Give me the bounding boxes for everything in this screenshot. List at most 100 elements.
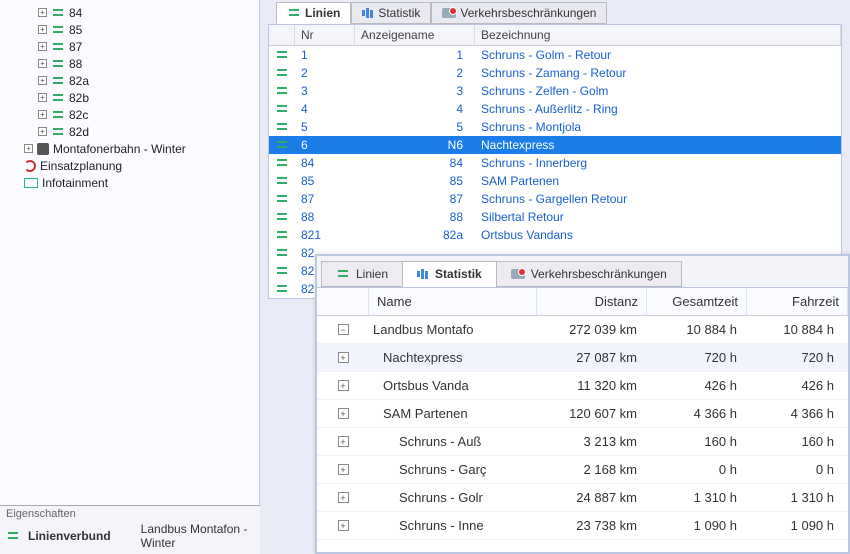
- grid-row[interactable]: 33Schruns - Zelfen - Golm: [269, 82, 841, 100]
- cell-gesamtzeit: 1 090 h: [647, 518, 747, 533]
- tree-item-route[interactable]: +88: [38, 55, 259, 72]
- expand-icon[interactable]: +: [38, 42, 47, 51]
- col-fahrzeit[interactable]: Fahrzeit: [747, 288, 848, 315]
- expand-icon[interactable]: +: [24, 144, 33, 153]
- tree-item-info[interactable]: Infotainment: [24, 174, 259, 191]
- expand-icon[interactable]: +: [338, 352, 349, 363]
- tree-item-route[interactable]: +82b: [38, 89, 259, 106]
- stat-row[interactable]: −Landbus Montafo272 039 km10 884 h10 884…: [317, 316, 848, 344]
- grid-row[interactable]: 8484Schruns - Innerberg: [269, 154, 841, 172]
- route-icon: [51, 8, 65, 18]
- col-distanz[interactable]: Distanz: [537, 288, 647, 315]
- col-name[interactable]: Name: [369, 288, 537, 315]
- grid-row[interactable]: 11Schruns - Golm - Retour: [269, 46, 841, 64]
- tree-item-route[interactable]: +84: [38, 4, 259, 21]
- expand-icon[interactable]: +: [338, 436, 349, 447]
- col-nr[interactable]: Nr: [295, 25, 355, 45]
- tree-item-route[interactable]: +82a: [38, 72, 259, 89]
- stat-row[interactable]: +SAM Partenen120 607 km4 366 h4 366 h: [317, 400, 848, 428]
- expand-icon[interactable]: +: [338, 492, 349, 503]
- cell-anzeigename: 3: [355, 84, 475, 98]
- tree-item-route[interactable]: +85: [38, 21, 259, 38]
- grid-row[interactable]: 22Schruns - Zamang - Retour: [269, 64, 841, 82]
- grid-row[interactable]: 8888Silbertal Retour: [269, 208, 841, 226]
- col-bezeichnung[interactable]: Bezeichnung: [475, 25, 841, 45]
- expand-icon[interactable]: +: [38, 8, 47, 17]
- stat-row[interactable]: +Schruns - Inne23 738 km1 090 h1 090 h: [317, 512, 848, 540]
- tab-verkehr-lg[interactable]: Verkehrsbeschränkungen: [496, 261, 682, 287]
- expand-icon[interactable]: +: [38, 110, 47, 119]
- tree-label: 82a: [69, 74, 89, 88]
- stat-row[interactable]: +Schruns - Golr24 887 km1 310 h1 310 h: [317, 484, 848, 512]
- tree-item-route[interactable]: +82d: [38, 123, 259, 140]
- stat-tabs: Linien Statistik Verkehrsbeschränkungen: [317, 256, 848, 288]
- cell-distanz: 3 213 km: [537, 434, 647, 449]
- tree-label: 84: [69, 6, 82, 20]
- stat-row[interactable]: +Schruns - Garç2 168 km0 h0 h: [317, 456, 848, 484]
- screen-icon: [24, 178, 38, 188]
- tree-label: Montafonerbahn - Winter: [53, 142, 186, 156]
- cell-name: Schruns - Garç: [369, 462, 537, 477]
- tab-linien[interactable]: Linien: [276, 2, 351, 24]
- route-icon: [51, 110, 65, 120]
- expand-icon[interactable]: +: [38, 25, 47, 34]
- stat-row[interactable]: +Ortsbus Vanda11 320 km426 h426 h: [317, 372, 848, 400]
- cell-name: SAM Partenen: [369, 406, 537, 421]
- grid-row[interactable]: 8787Schruns - Gargellen Retour: [269, 190, 841, 208]
- tab-label: Verkehrsbeschränkungen: [531, 267, 667, 281]
- cell-nr: 3: [295, 84, 355, 98]
- expand-icon[interactable]: +: [38, 127, 47, 136]
- tab-label: Statistik: [378, 6, 420, 20]
- expand-icon[interactable]: +: [338, 464, 349, 475]
- tab-verkehr[interactable]: Verkehrsbeschränkungen: [431, 2, 607, 24]
- stat-row[interactable]: +Nachtexpress27 087 km720 h720 h: [317, 344, 848, 372]
- route-icon: [275, 266, 289, 276]
- collapse-icon[interactable]: −: [338, 324, 349, 335]
- tree-item-montafon[interactable]: + Montafonerbahn - Winter: [24, 140, 259, 157]
- tab-label: Linien: [356, 267, 388, 281]
- cell-nr: 821: [295, 228, 355, 242]
- tab-linien-lg[interactable]: Linien: [321, 261, 403, 287]
- grid-row[interactable]: 55Schruns - Montjola: [269, 118, 841, 136]
- grid-row[interactable]: 44Schruns - Außerlitz - Ring: [269, 100, 841, 118]
- route-icon: [287, 8, 301, 18]
- tab-statistik[interactable]: Statistik: [351, 2, 431, 24]
- col-anzeigename[interactable]: Anzeigename: [355, 25, 475, 45]
- tab-label: Statistik: [435, 267, 482, 281]
- expand-icon[interactable]: +: [38, 76, 47, 85]
- cell-name: Schruns - Golr: [369, 490, 537, 505]
- recycle-icon: [24, 160, 36, 172]
- grid-row[interactable]: 6N6Nachtexpress: [269, 136, 841, 154]
- tree-item-route[interactable]: +87: [38, 38, 259, 55]
- cell-bezeichnung: Schruns - Gargellen Retour: [475, 192, 841, 206]
- cell-fahrzeit: 0 h: [747, 462, 848, 477]
- expand-icon[interactable]: +: [38, 59, 47, 68]
- train-icon: [37, 143, 49, 155]
- route-icon: [275, 176, 289, 186]
- cell-bezeichnung: Schruns - Zamang - Retour: [475, 66, 841, 80]
- stat-row[interactable]: +Schruns - Auß3 213 km160 h160 h: [317, 428, 848, 456]
- cell-anzeigename: 88: [355, 210, 475, 224]
- col-gesamtzeit[interactable]: Gesamtzeit: [647, 288, 747, 315]
- expand-icon[interactable]: +: [338, 380, 349, 391]
- tree-label: 85: [69, 23, 82, 37]
- tree-item-einsatz[interactable]: Einsatzplanung: [24, 157, 259, 174]
- expand-icon[interactable]: +: [338, 520, 349, 531]
- route-icon: [275, 104, 289, 114]
- grid-row[interactable]: 8585SAM Partenen: [269, 172, 841, 190]
- cell-anzeigename: 4: [355, 102, 475, 116]
- route-icon: [275, 122, 289, 132]
- cell-anzeigename: 2: [355, 66, 475, 80]
- tree-item-route[interactable]: +82c: [38, 106, 259, 123]
- expand-icon[interactable]: +: [338, 408, 349, 419]
- props-col1: Linienverbund: [28, 529, 111, 543]
- expand-icon[interactable]: +: [38, 93, 47, 102]
- route-icon: [51, 76, 65, 86]
- traffic-icon: [442, 8, 456, 18]
- cell-nr: 88: [295, 210, 355, 224]
- cell-anzeigename: 87: [355, 192, 475, 206]
- traffic-icon: [511, 269, 525, 279]
- grid-row[interactable]: 82182aOrtsbus Vandans: [269, 226, 841, 244]
- cell-distanz: 24 887 km: [537, 490, 647, 505]
- tab-statistik-lg[interactable]: Statistik: [402, 261, 497, 287]
